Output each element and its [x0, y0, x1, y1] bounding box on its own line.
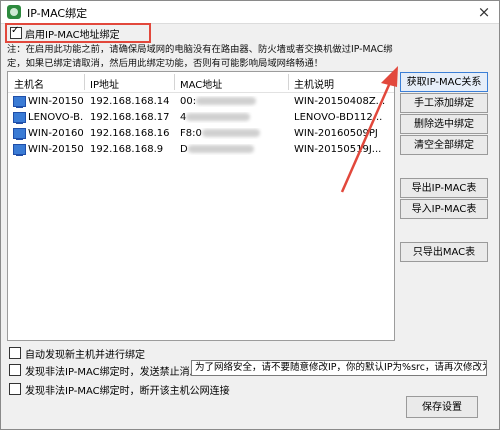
cell-mac-visible: 00:: [180, 96, 197, 107]
cell-ip: 192.168.168.14: [90, 96, 170, 107]
export-mac-only-button[interactable]: 只导出MAC表: [400, 242, 488, 262]
cell-hostname: WIN-20150...: [28, 144, 84, 155]
ip-mac-binding-window: IP-MAC绑定 × 启用IP-MAC地址绑定 注：在启用此功能之前，请确保局域…: [0, 0, 500, 430]
note-line-2: 定，如果已绑定请取消，然后用此绑定功能，否则有可能影响局域网络畅通！: [7, 58, 324, 69]
cell-ip: 192.168.168.9: [90, 144, 164, 155]
cell-mac: 4: [180, 112, 286, 123]
cell-ip: 192.168.168.16: [90, 128, 170, 139]
cell-description: WIN-20150519J...: [294, 144, 382, 155]
column-divider[interactable]: [174, 74, 175, 90]
block-message-input[interactable]: 为了网络安全，请不要随意修改IP，你的默认IP为%src，请再次修改为默: [191, 360, 487, 376]
mac-redacted-blur: [187, 145, 254, 153]
warning-note: 注：在启用此功能之前，请确保局域网的电脑没有在路由器、防火墙或者交换机做过IP-…: [7, 43, 497, 71]
table-header: 主机名 IP地址 MAC地址 主机说明: [8, 72, 394, 93]
window-title: IP-MAC绑定: [27, 7, 88, 20]
note-line-1: 注：在启用此功能之前，请确保局域网的电脑没有在路由器、防火墙或者交换机做过IP-…: [7, 44, 393, 55]
mac-redacted-blur: [196, 97, 257, 105]
column-divider[interactable]: [288, 74, 289, 90]
cell-mac: F8:0: [180, 128, 286, 139]
export-ip-mac-button[interactable]: 导出IP-MAC表: [400, 178, 488, 198]
app-icon: [7, 5, 21, 19]
cell-description: WIN-20160509PJ: [294, 128, 378, 139]
clear-all-button[interactable]: 清空全部绑定: [400, 135, 488, 155]
title-bar: IP-MAC绑定 ×: [1, 1, 499, 24]
enable-binding-label: 启用IP-MAC地址绑定: [25, 30, 120, 41]
cell-hostname: WIN-20150...: [28, 96, 84, 107]
checkbox-unchecked-icon[interactable]: [9, 347, 21, 359]
table-row[interactable]: WIN-20150... 192.168.168.14 00: WIN-2015…: [8, 94, 394, 110]
mac-redacted-blur: [201, 129, 260, 137]
column-header-hostname[interactable]: 主机名: [14, 76, 44, 91]
checkbox-checked-icon[interactable]: [10, 25, 22, 39]
cell-hostname: WIN-20160...: [28, 128, 84, 139]
table-row[interactable]: WIN-20160... 192.168.168.16 F8:0 WIN-201…: [8, 126, 394, 142]
disconnect-host-label: 发现非法IP-MAC绑定时，断开该主机公网连接: [25, 386, 230, 397]
cell-mac-visible: D: [180, 144, 188, 155]
delete-selected-button[interactable]: 删除选中绑定: [400, 114, 488, 134]
send-block-message-label: 发现非法IP-MAC绑定时，发送禁止消息: [25, 367, 200, 378]
binding-table[interactable]: 主机名 IP地址 MAC地址 主机说明 WIN-20150... 192.168…: [7, 71, 395, 341]
computer-icon: [13, 144, 26, 156]
get-ip-mac-button[interactable]: 获取IP-MAC关系: [400, 72, 488, 92]
close-button[interactable]: ×: [475, 3, 493, 21]
cell-hostname: LENOVO-B...: [28, 112, 84, 123]
column-header-mac[interactable]: MAC地址: [180, 76, 222, 91]
cell-mac-visible: F8:0: [180, 128, 202, 139]
cell-description: LENOVO-BD112...: [294, 112, 383, 123]
enable-binding-checkbox[interactable]: 启用IP-MAC地址绑定: [5, 23, 151, 43]
table-row[interactable]: WIN-20150... 192.168.168.9 D WIN-2015051…: [8, 142, 394, 158]
import-ip-mac-button[interactable]: 导入IP-MAC表: [400, 199, 488, 219]
computer-icon: [13, 96, 26, 108]
cell-ip: 192.168.168.17: [90, 112, 170, 123]
cell-description: WIN-20150408Z...: [294, 96, 386, 107]
checkbox-unchecked-icon[interactable]: [9, 383, 21, 395]
cell-mac: 00:: [180, 96, 286, 107]
save-settings-button[interactable]: 保存设置: [406, 396, 478, 418]
column-header-ip[interactable]: IP地址: [90, 76, 119, 91]
column-header-description[interactable]: 主机说明: [294, 76, 334, 91]
mac-redacted-blur: [186, 113, 251, 121]
checkbox-unchecked-icon[interactable]: [9, 364, 21, 376]
table-row[interactable]: LENOVO-B... 192.168.168.17 4 LENOVO-BD11…: [8, 110, 394, 126]
manual-add-button[interactable]: 手工添加绑定: [400, 93, 488, 113]
cell-mac: D: [180, 144, 286, 155]
column-divider[interactable]: [84, 74, 85, 90]
computer-icon: [13, 112, 26, 124]
auto-discover-label: 自动发现新主机并进行绑定: [25, 350, 145, 361]
computer-icon: [13, 128, 26, 140]
